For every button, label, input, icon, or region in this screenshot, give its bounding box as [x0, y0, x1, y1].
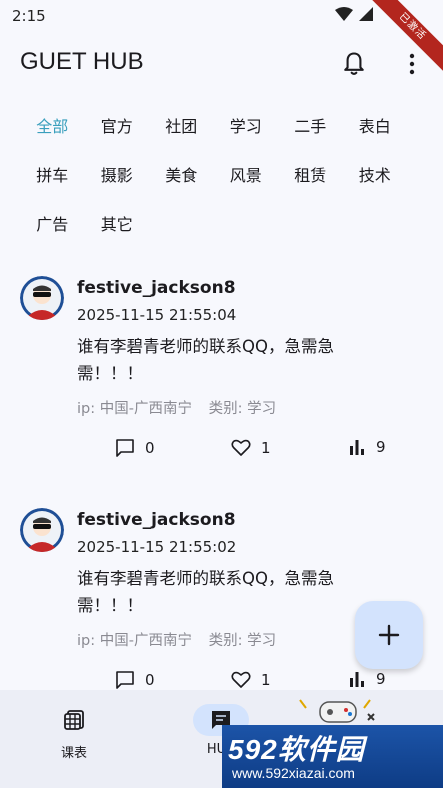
- notifications-button[interactable]: [340, 50, 368, 78]
- gamepad-icon[interactable]: [298, 694, 378, 726]
- view-count: 9: [376, 670, 386, 688]
- comment-icon: [116, 671, 134, 689]
- category-tab[interactable]: 表白: [343, 100, 408, 149]
- like-count: 1: [261, 439, 271, 457]
- new-post-button[interactable]: [355, 601, 423, 669]
- wifi-icon: [335, 7, 353, 21]
- nav-icon-wrap: [46, 704, 102, 736]
- category-tab[interactable]: 学习: [214, 100, 279, 149]
- add-icon: [378, 624, 400, 646]
- app-title: GUET HUB: [20, 48, 144, 75]
- category-tab[interactable]: 其它: [85, 198, 150, 247]
- post-ip: ip: 中国-广西南宁: [77, 401, 192, 417]
- heart-icon: [231, 439, 251, 456]
- post-category: 类别: 学习: [208, 633, 277, 649]
- watermark-brand: 592软件园: [228, 734, 365, 765]
- post-username[interactable]: festive_jackson8: [77, 278, 236, 298]
- category-tab[interactable]: 拼车: [20, 149, 85, 198]
- post-meta: ip: 中国-广西南宁 类别: 学习: [77, 397, 276, 418]
- category-tab[interactable]: 租赁: [278, 149, 343, 198]
- like-count: 1: [261, 671, 271, 689]
- post-card[interactable]: festive_jackson8 2025-11-15 21:55:04 谁有李…: [0, 276, 443, 506]
- calendar-grid-icon: [64, 710, 84, 730]
- views-stat: 9: [348, 670, 386, 688]
- comment-button[interactable]: 0: [115, 670, 155, 690]
- app-bar: GUET HUB: [0, 32, 443, 96]
- view-count: 9: [376, 438, 386, 456]
- post-time: 2025-11-15 21:55:02: [77, 538, 237, 556]
- post-username[interactable]: festive_jackson8: [77, 510, 236, 530]
- post-content[interactable]: 谁有李碧青老师的联系QQ，急需急需！！！: [77, 333, 377, 387]
- nav-schedule[interactable]: 课表: [24, 704, 124, 761]
- more-menu-button[interactable]: [400, 50, 424, 78]
- bar-chart-icon: [350, 440, 364, 455]
- avatar[interactable]: [20, 508, 64, 552]
- post-meta: ip: 中国-广西南宁 类别: 学习: [77, 629, 276, 650]
- category-tab[interactable]: 全部: [20, 100, 85, 149]
- nav-label: 课表: [60, 746, 87, 761]
- watermark-url: www.592xiazai.com: [232, 765, 355, 781]
- category-tab[interactable]: 官方: [85, 100, 150, 149]
- category-tab[interactable]: 社团: [149, 100, 214, 149]
- comment-count: 0: [145, 439, 155, 457]
- category-tab[interactable]: 摄影: [85, 149, 150, 198]
- bell-icon: [344, 52, 364, 75]
- comment-icon: [116, 439, 134, 457]
- like-button[interactable]: 1: [231, 670, 271, 690]
- post-ip: ip: 中国-广西南宁: [77, 633, 192, 649]
- heart-icon: [231, 671, 251, 688]
- user-avatar-icon: [20, 508, 64, 552]
- category-tabs: 全部 官方 社团 学习 二手 表白 拼车 摄影 美食 风景 租赁 技术 广告 其…: [20, 100, 420, 247]
- site-watermark: 592软件园 www.592xiazai.com: [222, 725, 443, 788]
- post-category: 类别: 学习: [208, 401, 277, 417]
- category-tab[interactable]: 广告: [20, 198, 85, 247]
- category-tab[interactable]: 风景: [214, 149, 279, 198]
- category-tab[interactable]: 美食: [149, 149, 214, 198]
- comment-count: 0: [145, 671, 155, 689]
- category-tab[interactable]: 二手: [278, 100, 343, 149]
- status-icons: [335, 7, 373, 21]
- post-content[interactable]: 谁有李碧青老师的联系QQ，急需急需！！！: [77, 565, 377, 619]
- like-button[interactable]: 1: [231, 438, 271, 458]
- user-avatar-icon: [20, 276, 64, 320]
- category-tab[interactable]: 技术: [343, 149, 408, 198]
- comment-button[interactable]: 0: [115, 438, 155, 458]
- bar-chart-icon: [350, 672, 364, 687]
- signal-icon: [359, 7, 373, 21]
- post-time: 2025-11-15 21:55:04: [77, 306, 237, 324]
- more-vert-icon: [409, 53, 415, 75]
- avatar[interactable]: [20, 276, 64, 320]
- views-stat: 9: [348, 438, 386, 456]
- status-time: 2:15: [12, 7, 46, 25]
